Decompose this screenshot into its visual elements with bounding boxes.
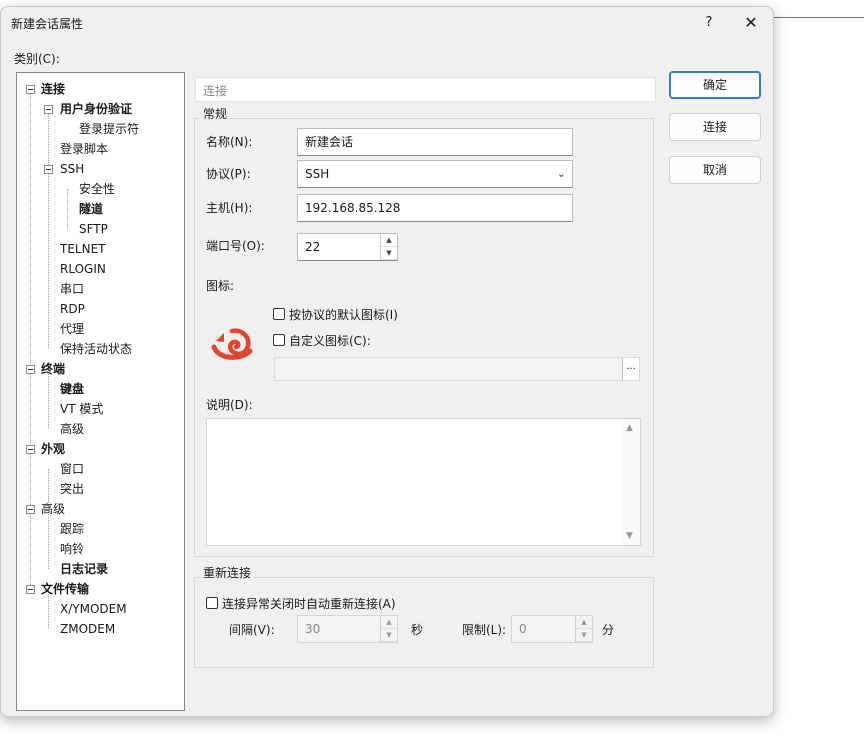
host-field[interactable]: 192.168.85.128: [297, 194, 573, 222]
limit-label: 限制(L):: [462, 623, 507, 637]
scroll-up-icon[interactable]: ▲: [626, 423, 633, 433]
port-spin-buttons[interactable]: ▲ ▼: [380, 234, 397, 260]
browse-button[interactable]: ...: [622, 358, 639, 380]
cancel-button[interactable]: 取消: [669, 156, 761, 184]
tree-item-zmodem[interactable]: ZMODEM: [60, 621, 115, 637]
tree-item-rlogin[interactable]: RLOGIN: [60, 261, 106, 277]
tree-item-tunneling[interactable]: 隧道: [79, 201, 103, 217]
panel-header-text: 连接: [203, 84, 228, 98]
tree-item-xymodem[interactable]: X/YMODEM: [60, 601, 127, 617]
collapse-toggle[interactable]: [26, 505, 35, 514]
tree-item-logging[interactable]: 日志记录: [60, 561, 108, 577]
reconnect-group-label: 重新连接: [201, 564, 254, 581]
protocol-select[interactable]: SSH ⌄: [297, 160, 573, 188]
ok-button[interactable]: 确定: [669, 71, 761, 99]
tree-item-security[interactable]: 安全性: [79, 181, 115, 197]
tree-item-highlight[interactable]: 突出: [60, 481, 84, 497]
description-textarea[interactable]: ▲ ▼: [206, 418, 641, 546]
protocol-value: SSH: [305, 167, 330, 181]
close-icon[interactable]: ✕: [744, 13, 757, 32]
tree-item-connection[interactable]: 连接: [41, 81, 65, 97]
tree-item-window[interactable]: 窗口: [60, 461, 84, 477]
collapse-toggle[interactable]: [44, 105, 53, 114]
tree-item-advanced[interactable]: 高级: [41, 501, 65, 517]
protocol-label: 协议(P):: [206, 167, 251, 181]
dialog-title: 新建会话属性: [11, 17, 84, 31]
tree-item-bell[interactable]: 响铃: [60, 541, 84, 557]
category-tree[interactable]: 连接 用户身份验证 登录提示符 登录脚本 SSH 安全性 隧道 SFTP TEL…: [16, 72, 185, 711]
custom-icon-checkbox[interactable]: [273, 334, 285, 346]
tree-item-keyboard[interactable]: 键盘: [60, 381, 84, 397]
tree-item-terminal-advanced[interactable]: 高级: [60, 421, 84, 437]
category-label: 类别(C):: [14, 52, 60, 66]
port-value: 22: [305, 240, 321, 254]
tree-item-file-transfer[interactable]: 文件传输: [41, 581, 89, 597]
tree-item-rdp[interactable]: RDP: [60, 301, 85, 317]
tree-connector: [30, 89, 31, 589]
scroll-down-icon[interactable]: ▼: [626, 531, 633, 541]
spin-down-icon[interactable]: ▼: [576, 629, 592, 642]
interval-spinner[interactable]: 30 ▲ ▼: [297, 615, 398, 643]
description-scrollbar[interactable]: ▲ ▼: [623, 419, 640, 545]
connect-button[interactable]: 连接: [669, 113, 761, 141]
tree-item-ssh[interactable]: SSH: [60, 161, 84, 177]
collapse-toggle[interactable]: [26, 585, 35, 594]
tree-item-terminal[interactable]: 终端: [41, 361, 65, 377]
background-divider-line: [774, 17, 864, 18]
tree-item-telnet[interactable]: TELNET: [60, 241, 106, 257]
tree-item-proxy[interactable]: 代理: [60, 321, 84, 337]
general-group-label: 常规: [201, 105, 230, 122]
tree-item-sftp[interactable]: SFTP: [79, 221, 108, 237]
name-field[interactable]: 新建会话: [297, 128, 573, 156]
spin-up-icon[interactable]: ▲: [381, 234, 397, 247]
collapse-toggle[interactable]: [26, 85, 35, 94]
port-label: 端口号(O):: [206, 239, 265, 253]
default-icon-label: 按协议的默认图标(I): [289, 308, 398, 322]
tree-item-appearance[interactable]: 外观: [41, 441, 65, 457]
limit-value: 0: [519, 622, 527, 636]
spin-down-icon[interactable]: ▼: [381, 629, 397, 642]
limit-spin-buttons[interactable]: ▲ ▼: [575, 616, 592, 642]
spin-up-icon[interactable]: ▲: [576, 616, 592, 629]
seconds-unit: 秒: [411, 623, 424, 637]
custom-icon-path-field: ...: [274, 357, 640, 381]
tree-item-user-auth[interactable]: 用户身份验证: [60, 101, 132, 117]
help-button[interactable]: ?: [701, 13, 717, 33]
tree-connector: [48, 369, 49, 429]
minutes-unit: 分: [602, 623, 615, 637]
tree-connector: [48, 109, 49, 349]
spin-down-icon[interactable]: ▼: [381, 247, 397, 260]
interval-label: 间隔(V):: [229, 623, 275, 637]
panel-header: 连接: [195, 77, 656, 102]
spin-up-icon[interactable]: ▲: [381, 616, 397, 629]
description-label: 说明(D):: [206, 398, 253, 412]
auto-reconnect-label: 连接异常关闭时自动重新连接(A): [222, 597, 396, 611]
tree-connector: [48, 469, 49, 569]
icon-label: 图标:: [206, 279, 235, 293]
port-spinner[interactable]: 22 ▲ ▼: [297, 233, 398, 261]
collapse-toggle[interactable]: [26, 365, 35, 374]
tree-item-login-prompts[interactable]: 登录提示符: [79, 121, 139, 137]
chevron-down-icon: ⌄: [556, 167, 566, 180]
custom-icon-label: 自定义图标(C):: [289, 334, 371, 348]
session-properties-dialog: 新建会话属性 ? ✕ 类别(C): 连接 用户身份验证 登录提示符 登录脚本 S…: [0, 6, 774, 717]
auto-reconnect-checkbox[interactable]: [206, 597, 218, 609]
tree-item-trace[interactable]: 跟踪: [60, 521, 84, 537]
collapse-toggle[interactable]: [26, 445, 35, 454]
tree-item-vt-mode[interactable]: VT 模式: [60, 401, 103, 417]
tree-item-keep-alive[interactable]: 保持活动状态: [60, 341, 132, 357]
tree-item-login-script[interactable]: 登录脚本: [60, 141, 108, 157]
session-logo-icon: [211, 328, 253, 360]
collapse-toggle[interactable]: [44, 165, 53, 174]
name-label: 名称(N):: [206, 135, 253, 149]
close-button[interactable]: ✕: [741, 13, 761, 33]
limit-spinner[interactable]: 0 ▲ ▼: [511, 615, 593, 643]
tree-connector: [67, 189, 68, 229]
interval-spin-buttons[interactable]: ▲ ▼: [380, 616, 397, 642]
host-label: 主机(H):: [206, 201, 253, 215]
default-icon-checkbox[interactable]: [273, 308, 285, 320]
interval-value: 30: [305, 622, 321, 636]
tree-item-serial[interactable]: 串口: [60, 281, 84, 297]
